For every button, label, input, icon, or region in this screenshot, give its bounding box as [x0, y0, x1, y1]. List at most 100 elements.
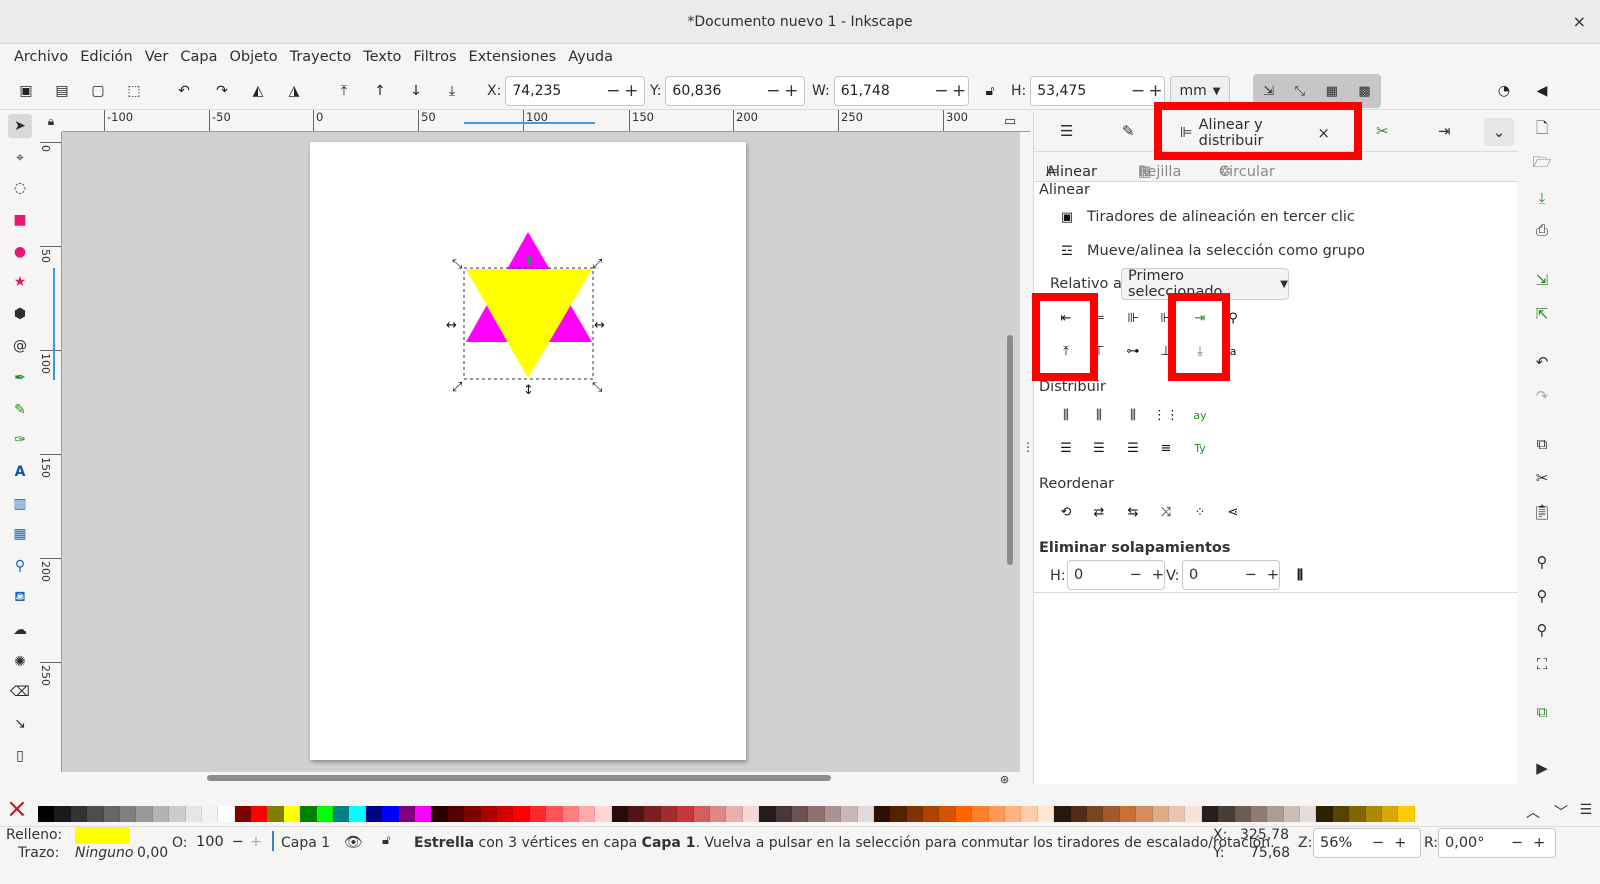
palette-swatch[interactable] [546, 806, 563, 822]
palette-swatch[interactable] [562, 806, 579, 822]
menu-extensiones[interactable]: Extensiones [463, 49, 563, 65]
palette-swatch[interactable] [726, 806, 743, 822]
layers-icon[interactable]: ☰ [1060, 122, 1073, 140]
y-input[interactable] [666, 83, 765, 99]
palette-swatch[interactable] [595, 806, 612, 822]
star-tool-icon[interactable]: ★ [8, 270, 32, 294]
palette-swatch[interactable] [1054, 806, 1071, 822]
palette-swatch[interactable] [480, 806, 497, 822]
palette-swatch[interactable] [578, 806, 596, 822]
palette-swatch[interactable] [710, 806, 727, 822]
rectangle-tool-icon[interactable]: ■ [8, 208, 32, 232]
select-all-layers-icon[interactable]: ▤ [52, 81, 72, 101]
tab-overflow-chevron-icon[interactable]: ⌄ [1484, 118, 1514, 146]
palette-swatch[interactable] [267, 806, 284, 822]
distribute-right-icon[interactable]: ⫼ [1122, 404, 1144, 426]
palette-menu-icon[interactable]: ☰ [1579, 802, 1592, 818]
palette-swatch[interactable] [972, 806, 989, 822]
mesh-tool-icon[interactable]: ▦ [8, 522, 32, 546]
palette-swatch[interactable] [644, 806, 661, 822]
snap-toggle-icon[interactable]: ◔ [1494, 81, 1514, 101]
palette-swatch[interactable] [857, 806, 874, 822]
dropper-tool-icon[interactable]: ⚲ [8, 554, 32, 578]
layer-lock-icon[interactable]: 🔓︎ [382, 833, 390, 848]
menu-edicion[interactable]: Edición [74, 49, 138, 65]
drawing-canvas[interactable]: ⤡ ⤢ ⤢ ⤡ ↔ ↔ ↕ ⬆ [62, 132, 1020, 772]
palette-swatch[interactable] [283, 806, 301, 822]
palette-swatch[interactable] [300, 806, 317, 822]
center-vertical-axis-icon[interactable]: ⊪ [1122, 307, 1144, 329]
palette-swatch[interactable] [1398, 806, 1415, 822]
palette-swatch[interactable] [103, 806, 120, 822]
current-layer[interactable]: Capa 1 [281, 835, 330, 851]
w-decrement-button[interactable]: − [933, 81, 951, 101]
menu-capa[interactable]: Capa [174, 49, 223, 65]
deselect-icon[interactable]: ▢ [88, 81, 108, 101]
overlap-v-decrement-button[interactable]: − [1245, 567, 1257, 583]
palette-swatch[interactable] [1349, 806, 1366, 822]
rotate-cw-icon[interactable]: ↷ [212, 81, 232, 101]
palette-swatch[interactable] [1021, 806, 1038, 822]
palette-swatch[interactable] [1365, 806, 1383, 822]
cut-icon[interactable]: ✂ [1530, 466, 1554, 490]
zoom-increment-button[interactable]: + [1394, 835, 1406, 851]
exchange-clockwise-icon[interactable]: ⇆ [1122, 501, 1144, 523]
palette-swatch[interactable] [1119, 806, 1137, 822]
expand-arrow-icon[interactable]: ▶ [1530, 756, 1554, 780]
rotation-decrement-button[interactable]: − [1511, 835, 1523, 851]
calligraphy-tool-icon[interactable]: ✑ [8, 428, 32, 452]
h-input[interactable] [1031, 83, 1130, 99]
zoom-fit-icon[interactable]: ⛶ [1530, 652, 1554, 676]
rotate-ccw-icon[interactable]: ↶ [174, 81, 194, 101]
scale-handle-ne-icon[interactable]: ⤢ [592, 257, 602, 272]
vertical-scrollbar[interactable] [1007, 335, 1013, 565]
palette-swatch[interactable] [824, 806, 842, 822]
palette-swatch[interactable] [1250, 806, 1268, 822]
palette-swatch[interactable] [234, 806, 252, 822]
w-increment-button[interactable]: + [950, 81, 968, 101]
distribute-top-icon[interactable]: ☰ [1055, 437, 1077, 459]
fill-stroke-icon[interactable]: ✎ [1122, 122, 1135, 140]
palette-swatch[interactable] [185, 806, 202, 822]
palette-swatch[interactable] [1185, 806, 1202, 822]
palette-swatch[interactable] [808, 806, 825, 822]
palette-swatch[interactable] [1136, 806, 1153, 822]
opacity-increment-button[interactable]: + [250, 834, 262, 850]
palette-swatch[interactable] [54, 806, 71, 822]
palette-swatch[interactable] [414, 806, 432, 822]
scale-handle-s-icon[interactable]: ↕ [523, 383, 534, 398]
palette-swatch[interactable] [1152, 806, 1169, 822]
palette-swatch[interactable] [251, 806, 268, 822]
exchange-by-z-order-icon[interactable]: ⇄ [1088, 501, 1110, 523]
scale-handle-se-icon[interactable]: ⤡ [592, 380, 603, 395]
ellipse-tool-icon[interactable]: ● [8, 240, 32, 264]
raise-icon[interactable]: ↑ [370, 81, 390, 101]
display-mode-icon[interactable]: ▭ [1000, 112, 1020, 130]
palette-swatch[interactable] [38, 806, 55, 822]
palette-swatch[interactable] [398, 806, 415, 822]
opacity-value[interactable]: 100 [196, 834, 224, 850]
scale-corners-icon[interactable]: ⤡ [1295, 84, 1305, 99]
overlap-v-value[interactable]: 0 [1189, 567, 1239, 583]
zoom-decrement-button[interactable]: − [1372, 835, 1384, 851]
palette-swatch[interactable] [791, 806, 809, 822]
distribute-baseline-h-icon[interactable]: ay [1189, 404, 1211, 426]
palette-swatch[interactable] [906, 806, 924, 822]
scale-stroke-icon[interactable]: ⇲ [1263, 84, 1274, 99]
menu-texto[interactable]: Texto [357, 49, 407, 65]
palette-swatch[interactable] [742, 806, 760, 822]
raise-to-top-icon[interactable]: ⤒ [334, 81, 354, 101]
scale-handle-e-icon[interactable]: ↔ [594, 318, 605, 333]
rotation-value[interactable]: 0,00° [1445, 835, 1511, 851]
palette-swatch[interactable] [201, 806, 219, 822]
palette-swatch[interactable] [660, 806, 678, 822]
palette-swatch[interactable] [677, 806, 694, 822]
palette-swatch[interactable] [1267, 806, 1284, 822]
menu-archivo[interactable]: Archivo [8, 49, 74, 65]
overlap-h-value[interactable]: 0 [1074, 567, 1124, 583]
third-click-handles-icon[interactable]: ▣ [1056, 206, 1078, 228]
palette-swatch[interactable] [1070, 806, 1087, 822]
close-window-button[interactable]: × [1573, 12, 1586, 31]
spray-tool-icon[interactable]: ✺ [8, 650, 32, 674]
print-icon[interactable]: ⎙ [1530, 218, 1554, 242]
